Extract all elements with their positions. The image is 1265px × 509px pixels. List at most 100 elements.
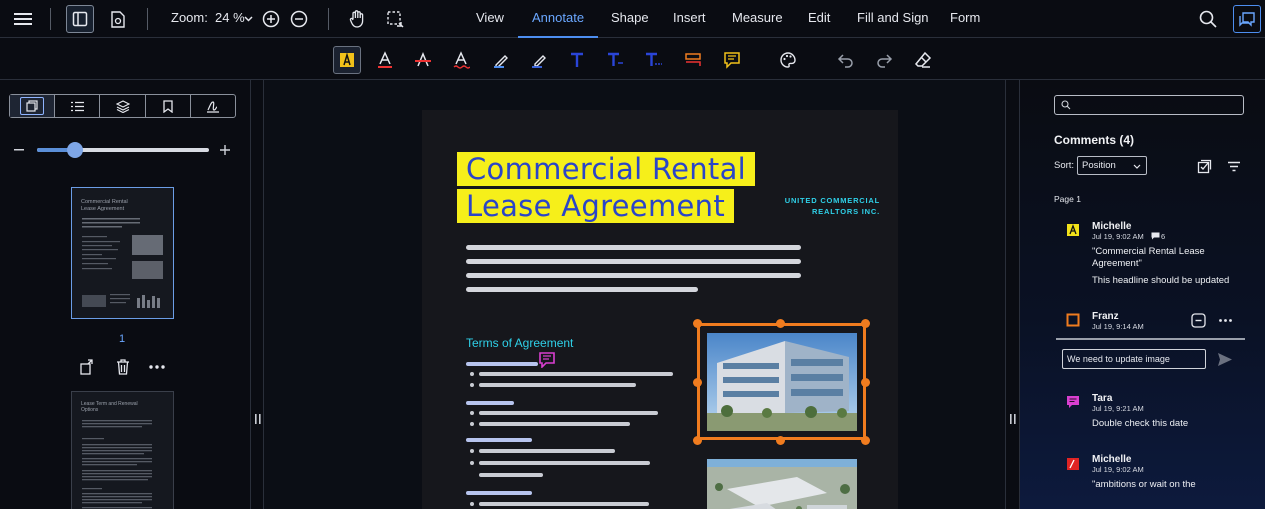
resize-handle[interactable] — [693, 378, 702, 387]
tab-view[interactable]: View — [476, 0, 504, 38]
freehand-pen-icon[interactable] — [487, 46, 515, 74]
send-icon[interactable] — [1216, 350, 1234, 368]
thumbnails-tab[interactable] — [10, 95, 56, 117]
resize-handle[interactable] — [861, 436, 870, 445]
document-title-line2[interactable]: Lease Agreement — [457, 189, 734, 223]
signature-icon — [206, 100, 220, 113]
callout-text-icon[interactable] — [601, 46, 629, 74]
delete-page-icon[interactable] — [114, 358, 132, 376]
reply-count-icon — [1151, 232, 1160, 240]
panel-toggle-icon[interactable] — [66, 5, 94, 33]
tab-form[interactable]: Form — [950, 0, 980, 38]
rotate-page-icon[interactable] — [78, 358, 96, 376]
chevron-down-icon — [1133, 164, 1141, 169]
more-options-icon[interactable] — [1217, 316, 1233, 324]
list-icon — [70, 101, 84, 112]
resize-handle[interactable] — [861, 319, 870, 328]
thumbnail-preview: Lease Term and Renewal Options — [81, 401, 152, 509]
page-group-label: Page 1 — [1054, 194, 1081, 204]
undo-icon[interactable] — [832, 46, 860, 74]
tab-measure[interactable]: Measure — [732, 0, 783, 38]
right-panel-resize-handle[interactable] — [1005, 80, 1020, 509]
underline-icon[interactable] — [447, 46, 475, 74]
document-title-line1[interactable]: Commercial Rental — [457, 152, 756, 186]
redo-icon[interactable] — [870, 46, 898, 74]
reply-input[interactable]: We need to update image — [1062, 349, 1206, 369]
comments-search-input[interactable] — [1054, 95, 1244, 115]
grip-icon — [1010, 414, 1016, 424]
comments-panel-icon[interactable] — [1233, 5, 1261, 33]
tab-edit[interactable]: Edit — [808, 0, 830, 38]
slider-handle[interactable] — [66, 142, 83, 158]
page-thumbnail-2[interactable]: Lease Term and Renewal Options — [71, 391, 174, 509]
eraser-icon[interactable] — [909, 46, 937, 74]
zoom-value-dropdown[interactable]: 24 % — [215, 10, 245, 25]
aerial-image[interactable] — [707, 459, 857, 509]
left-panel-resize-handle[interactable] — [250, 80, 264, 509]
menu-icon[interactable] — [10, 5, 36, 33]
resize-handle[interactable] — [861, 378, 870, 387]
palette-icon[interactable] — [774, 46, 802, 74]
resize-handle[interactable] — [693, 436, 702, 445]
text-box-icon[interactable] — [640, 46, 668, 74]
svg-text:Lease Agreement: Lease Agreement — [81, 206, 125, 212]
more-options-icon[interactable] — [148, 358, 166, 376]
page-thumbnail-1[interactable]: Commercial Rental Lease Agreement — [71, 187, 174, 319]
tab-shape[interactable]: Shape — [611, 0, 649, 38]
sort-dropdown[interactable]: Position — [1077, 156, 1147, 175]
bookmarks-tab[interactable] — [146, 95, 191, 117]
resize-handle[interactable] — [776, 319, 785, 328]
signatures-tab[interactable] — [191, 95, 235, 117]
comment-text: "ambitions or wait on the — [1092, 479, 1196, 490]
layers-tab[interactable] — [100, 95, 146, 117]
left-panel-tabs — [9, 94, 236, 118]
pan-hand-icon[interactable] — [346, 5, 368, 33]
strikeout-icon[interactable] — [409, 46, 437, 74]
search-icon[interactable] — [1197, 5, 1219, 33]
tab-annotate[interactable]: Annotate — [518, 0, 599, 38]
comment-note-icon[interactable] — [538, 350, 556, 368]
note-icon — [1067, 396, 1079, 408]
comment-timestamp: Jul 19, 9:14 AM — [1092, 322, 1144, 331]
text-line — [466, 438, 532, 442]
text-line — [479, 461, 650, 465]
comment-timestamp: Jul 19, 9:02 AM — [1092, 465, 1144, 474]
chevron-down-icon[interactable] — [242, 5, 254, 33]
divider — [147, 8, 148, 30]
tab-insert[interactable]: Insert — [673, 0, 706, 38]
active-divider — [1056, 338, 1245, 340]
bullet — [470, 411, 474, 415]
outline-tab[interactable] — [55, 95, 101, 117]
resize-handle[interactable] — [776, 436, 785, 445]
comment-author: Michelle — [1092, 221, 1132, 232]
area-highlight-icon[interactable] — [333, 46, 361, 74]
free-text-icon[interactable] — [563, 46, 591, 74]
bookmark-icon — [163, 99, 173, 113]
zoom-out-thumbnails-icon[interactable] — [13, 144, 25, 156]
document-viewer[interactable]: Commercial Rental Lease Agreement UNITED… — [264, 80, 1005, 509]
thumbnails-icon — [20, 97, 45, 115]
note-icon[interactable] — [718, 46, 746, 74]
text-line — [466, 273, 801, 278]
filter-icon[interactable] — [1226, 158, 1242, 174]
divider — [328, 8, 329, 30]
reply-input-value: We need to update image — [1067, 354, 1170, 364]
strikeout-icon — [1067, 458, 1079, 470]
aerial-property-photo — [707, 459, 857, 509]
zoom-in-icon[interactable] — [261, 5, 281, 33]
sort-label: Sort: — [1054, 160, 1075, 171]
marquee-select-icon[interactable] — [384, 5, 406, 33]
text-color-icon[interactable] — [371, 46, 399, 74]
mark-all-read-icon[interactable] — [1196, 158, 1212, 174]
collapse-icon[interactable] — [1190, 312, 1206, 328]
tab-fill-and-sign[interactable]: Fill and Sign — [857, 0, 929, 38]
resize-handle[interactable] — [693, 319, 702, 328]
file-search-icon[interactable] — [106, 5, 130, 33]
zoom-out-icon[interactable] — [289, 5, 309, 33]
replace-text-icon[interactable] — [679, 46, 707, 74]
thumbnail-size-slider[interactable] — [37, 142, 209, 158]
highlighter-icon[interactable] — [525, 46, 553, 74]
text-line — [466, 362, 538, 366]
zoom-in-thumbnails-icon[interactable] — [219, 144, 231, 156]
area-highlight-icon — [1067, 224, 1079, 236]
